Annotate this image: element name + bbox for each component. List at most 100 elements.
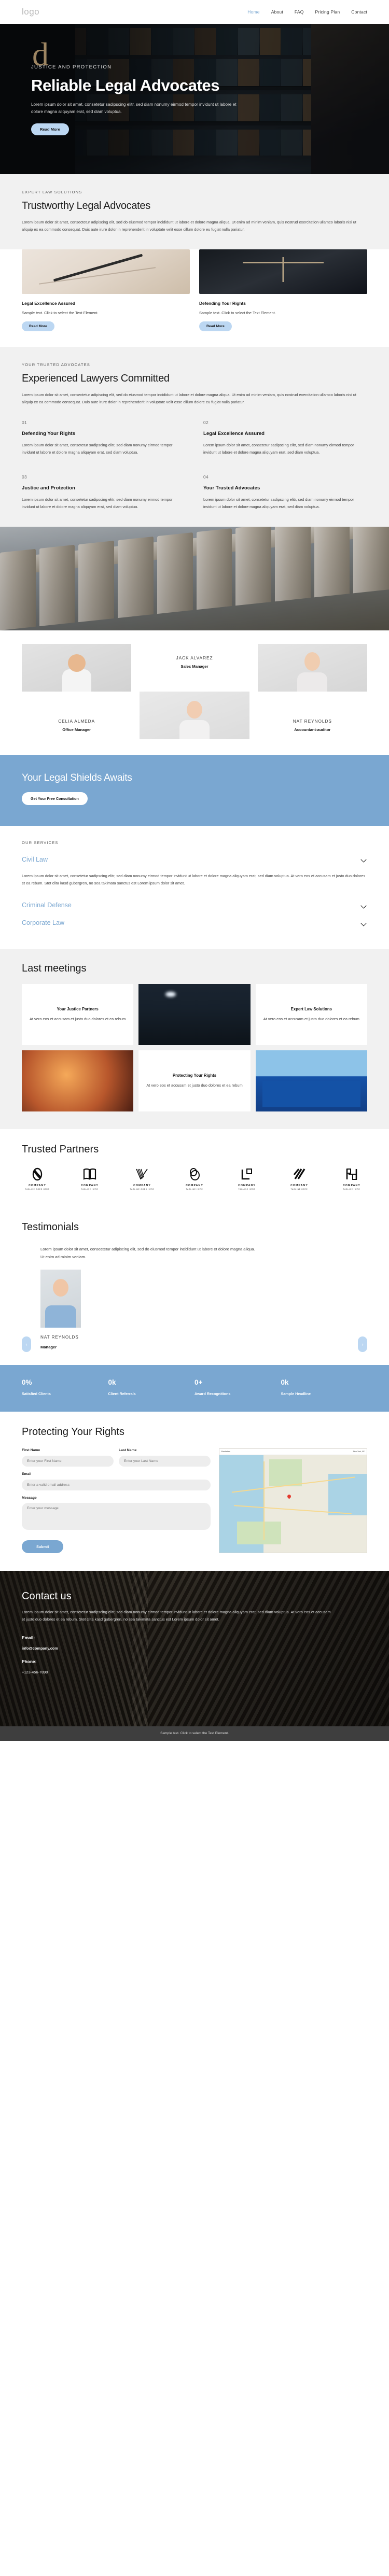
team-member-photo-left [22,643,132,692]
feature-card-text: Sample text. Click to select the Text El… [22,310,99,315]
team-member-role: Office Manager [62,727,91,732]
bracket-blocks-icon [345,1167,358,1181]
meeting-image-hands-heart-shadow[interactable] [22,1050,134,1112]
meeting-tile[interactable]: Protecting Your Rights At vero eos et ac… [138,1050,251,1112]
contact-form-title: Protecting Your Rights [22,1426,124,1438]
team-member-nat-reynolds: NAT REYNOLDS Accountant-auditor [258,692,367,732]
nav-links: Home About FAQ Pricing Plan Contact [247,9,367,15]
team-member-celia-almeda: CELIA ALMEDA Office Manager [22,692,131,732]
meeting-tile-title: Protecting Your Rights [172,1073,217,1078]
partners-section: Trusted Partners COMPANY TAGLINE GOES HE… [0,1129,389,1208]
stats-band: 0% Satisfied Clients 0k Client Referrals… [0,1364,389,1412]
hero-subtitle: Lorem ipsum dolor sit amet, consetetur s… [31,102,237,115]
cta-section: Your Legal Shields Awaits Get Your Free … [0,754,389,826]
partner-logo[interactable]: COMPANY TAGLINE GOES HERE [127,1167,158,1190]
name-row: First Name Last Name [22,1448,211,1472]
intro-body: Lorem ipsum dolor sit amet, consectetur … [22,220,356,232]
partner-name: COMPANY [343,1184,360,1188]
chevron-down-icon[interactable] [360,856,367,863]
accordion-header-corporate-law[interactable]: Corporate Law [22,914,367,932]
partner-logo[interactable]: COMPANY TAGLINE GOES HERE [22,1167,53,1190]
stat-value: 0k [108,1378,116,1386]
nav-item-about[interactable]: About [271,9,283,15]
meetings-section: Last meetings Your Justice Partners At v… [0,949,389,1130]
team-member-role: Accountant-auditor [294,727,331,732]
carousel-prev-button[interactable]: ‹ [22,1336,31,1353]
stat-label: Client Referrals [108,1391,136,1396]
advocate-text: Lorem ipsum dolor sit amet, consetetur s… [203,442,354,455]
nav-item-home[interactable]: Home [247,9,259,15]
courthouse-columns-banner [0,526,389,630]
email-input[interactable] [22,1479,211,1490]
carousel-next-button[interactable]: › [358,1336,367,1353]
stat-label: Award Recognitions [195,1391,231,1396]
team-member-jack-alvarez: JACK ALVAREZ Sales Manager [140,644,249,669]
pen-document-image [22,249,190,294]
chevron-down-icon[interactable] [360,920,367,926]
advocates-body: Lorem ipsum dolor sit amet, consectetur … [22,392,356,405]
advocate-title: Your Trusted Advocates [203,485,260,491]
team-row-top: JACK ALVAREZ Sales Manager [22,643,367,692]
first-name-input[interactable] [22,1455,114,1467]
accordion-title: Corporate Law [22,919,64,927]
chevron-down-icon[interactable] [360,902,367,909]
cta-title: Your Legal Shields Awaits [22,772,132,783]
services-accordion-section: OUR SERVICES Civil Law Lorem ipsum dolor… [0,825,389,950]
partner-logo[interactable]: COMPANY TAGLINE HERE [179,1167,210,1190]
testimonial-author-role: Manager [40,1344,57,1349]
hero-eyebrow: JUSTICE AND PROTECTION [31,64,112,70]
hero-title: Reliable Legal Advocates [31,76,220,94]
partner-name: COMPANY [29,1184,46,1188]
nav-item-contact[interactable]: Contact [351,9,367,15]
hero-read-more-button[interactable]: Read More [31,123,69,135]
team-photo [22,643,132,692]
feature-card-read-more-button[interactable]: Read More [22,321,54,331]
partner-tagline: TAGLINE HERE [238,1188,256,1191]
meeting-image-march-for-our-lives[interactable] [255,1050,367,1112]
meeting-tile-text: At vero eos et accusam et justo duo dolo… [30,1017,126,1022]
last-name-input[interactable] [118,1455,211,1467]
meetings-title: Last meetings [22,963,87,975]
nav-item-faq[interactable]: FAQ [295,9,304,15]
team-member-name: JACK ALVAREZ [176,655,213,660]
partner-logo[interactable]: COMPANY TAGLINE HERE [284,1167,315,1190]
meeting-tile[interactable]: Your Justice Partners At vero eos et acc… [22,984,134,1046]
advocate-item: 04 Your Trusted Advocates Lorem ipsum do… [203,474,367,511]
footer-contact-content: Contact us Lorem ipsum dolor sit amet, c… [0,1571,389,1674]
advocate-item: 03 Justice and Protection Lorem ipsum do… [22,474,186,511]
intro-section: EXPERT LAW SOLUTIONS Trustworthy Legal A… [0,174,389,249]
partner-name: COMPANY [238,1184,256,1188]
stat-label: Satisfied Clients [22,1391,51,1396]
location-map[interactable]: Manhattan New York, NY [218,1448,367,1553]
overlap-ovals-icon [188,1167,201,1181]
map-header: Manhattan New York, NY [219,1448,367,1455]
accordion-header-criminal-defense[interactable]: Criminal Defense [22,896,367,914]
message-textarea[interactable] [22,1502,211,1530]
partners-title: Trusted Partners [22,1144,99,1156]
meeting-image-police-night-street[interactable] [138,984,251,1046]
advocate-number: 02 [203,419,209,425]
diagonal-slashes-icon [293,1167,305,1181]
footer-contact-section: Contact us Lorem ipsum dolor sit amet, c… [0,1570,389,1726]
feature-card-read-more-button[interactable]: Read More [199,321,232,331]
partner-logo[interactable]: COMPANY TAGLINE HERE [74,1167,105,1190]
footer-phone-value[interactable]: +123-456-7890 [22,1670,367,1674]
team-photo [257,643,367,692]
advocate-title: Defending Your Rights [22,430,76,437]
site-logo[interactable]: logo [22,7,39,17]
meeting-tile[interactable]: Expert Law Solutions At vero eos et accu… [255,984,367,1046]
stat-item: 0k Sample Headline [281,1378,368,1396]
feature-card: Legal Excellence Assured Sample text. Cl… [22,249,190,331]
footer-email-value[interactable]: info@company.com [22,1646,367,1651]
submit-button[interactable]: Submit [22,1540,64,1553]
first-name-group: First Name [22,1448,114,1467]
advocates-kicker: YOUR TRUSTED ADVOCATES [22,362,90,367]
cta-consultation-button[interactable]: Get Your Free Consultation [22,792,88,805]
partner-logo[interactable]: COMPANY TAGLINE HERE [231,1167,262,1190]
partner-tagline: TAGLINE GOES HERE [25,1188,50,1191]
stat-item: 0k Client Referrals [108,1378,195,1396]
advocates-section: YOUR TRUSTED ADVOCATES Experienced Lawye… [0,346,389,527]
accordion-header-civil-law[interactable]: Civil Law [22,851,367,868]
nav-item-pricing-plan[interactable]: Pricing Plan [315,9,340,15]
partner-logo[interactable]: COMPANY TAGLINE HERE [336,1167,367,1190]
